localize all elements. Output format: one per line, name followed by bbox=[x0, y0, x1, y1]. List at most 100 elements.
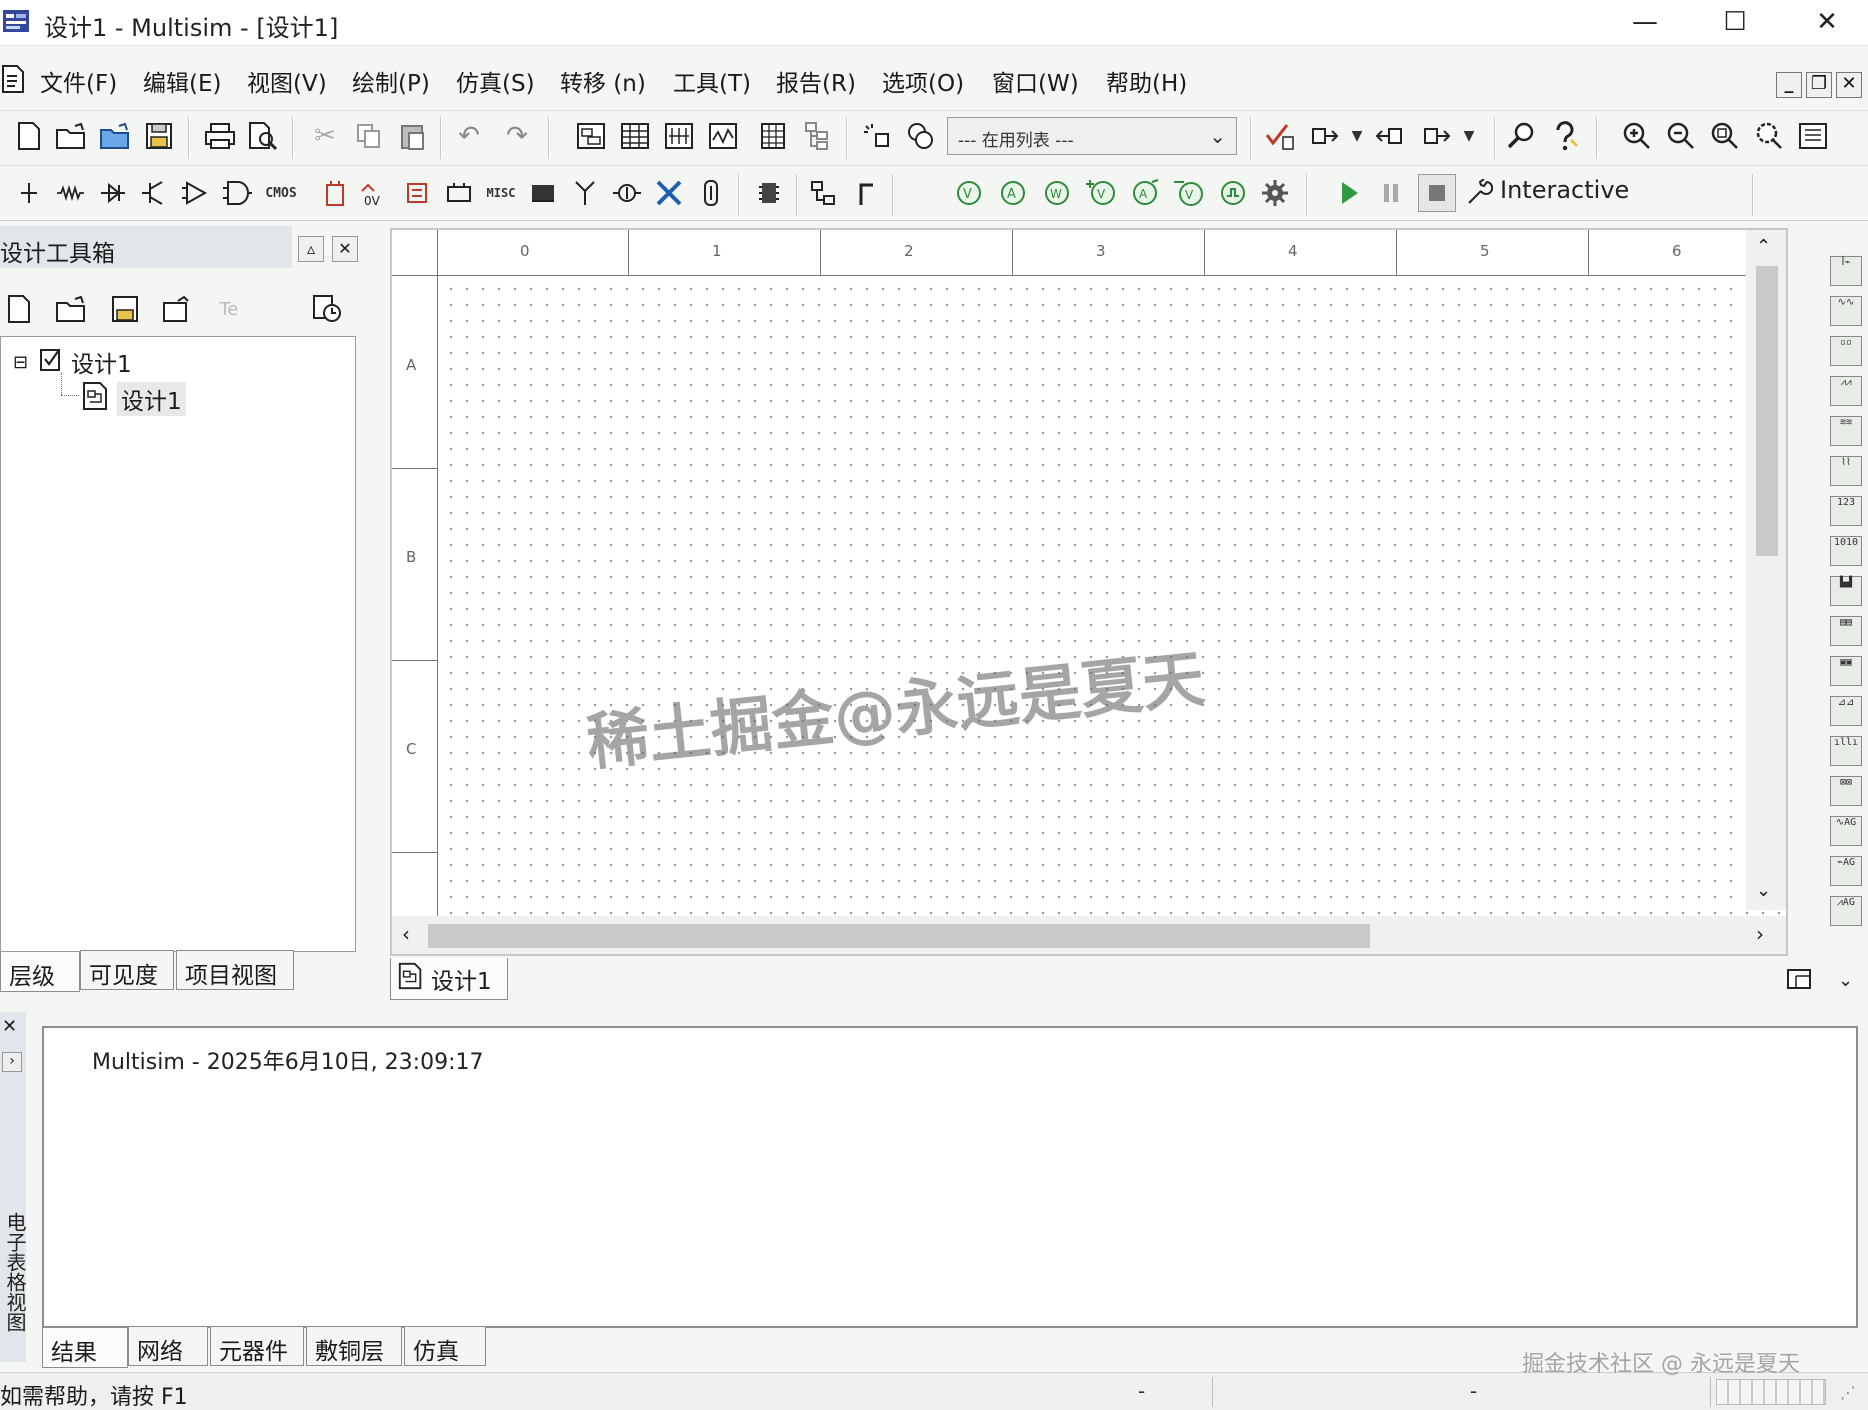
horizontal-scroll-thumb[interactable] bbox=[428, 924, 1370, 948]
open-sample-icon[interactable] bbox=[98, 119, 132, 153]
open-file-icon[interactable] bbox=[54, 119, 88, 153]
document-tab[interactable]: 设计1 bbox=[390, 958, 508, 1000]
postprocessor-icon[interactable] bbox=[706, 119, 740, 153]
tree-root-item[interactable]: ⊟ 设计1 bbox=[13, 345, 132, 379]
vertical-scrollbar[interactable]: ⌃ ⌄ bbox=[1746, 230, 1786, 910]
minimize-button[interactable]: — bbox=[1600, 0, 1690, 44]
menu-help[interactable]: 帮助(H) bbox=[1106, 64, 1187, 98]
stop-simulation-icon[interactable] bbox=[1418, 174, 1456, 212]
zoom-area-icon[interactable] bbox=[1708, 119, 1742, 153]
place-cmos-icon[interactable]: CMOS bbox=[264, 176, 298, 210]
paste-icon[interactable] bbox=[396, 119, 430, 153]
chevron-down-icon[interactable]: ⌄ bbox=[1838, 970, 1853, 991]
agilent-generator-icon[interactable]: ∿AG bbox=[1830, 816, 1862, 846]
tab-nets[interactable]: 网络 bbox=[128, 1326, 208, 1366]
place-analog-icon[interactable] bbox=[178, 176, 212, 210]
menu-transfer[interactable]: 转移 (n) bbox=[560, 64, 646, 98]
dropdown-arrow-icon[interactable]: ▼ bbox=[1340, 119, 1374, 153]
database-manager-icon[interactable] bbox=[756, 119, 790, 153]
function-generator-icon[interactable]: ∿∿ bbox=[1830, 296, 1862, 326]
history-icon[interactable] bbox=[310, 292, 344, 326]
panel-close-icon[interactable]: ✕ bbox=[2, 1016, 17, 1037]
grapher-icon[interactable] bbox=[662, 119, 696, 153]
menu-view[interactable]: 视图(V) bbox=[247, 64, 327, 98]
place-ni-components-icon[interactable] bbox=[652, 176, 686, 210]
voltage-current-probe-icon[interactable]: V bbox=[1172, 176, 1206, 210]
oscilloscope-icon[interactable]: ⩘⩘ bbox=[1830, 376, 1862, 406]
scroll-right-icon[interactable]: › bbox=[1756, 922, 1764, 946]
run-simulation-icon[interactable] bbox=[1332, 176, 1366, 210]
schematic-canvas[interactable]: 0 1 2 3 4 5 6 A B C ⌃ ⌄ ‹ › bbox=[390, 228, 1788, 956]
spreadsheet-view-icon[interactable] bbox=[618, 119, 652, 153]
resize-grip-icon[interactable]: ⋰ bbox=[1840, 1383, 1856, 1402]
cut-icon[interactable]: ✂ bbox=[308, 119, 342, 153]
place-misc-icon[interactable]: MISC bbox=[484, 176, 518, 210]
scroll-left-icon[interactable]: ‹ bbox=[402, 922, 410, 946]
tab-hierarchy[interactable]: 层级 bbox=[0, 952, 80, 992]
interactive-settings-icon[interactable] bbox=[1462, 176, 1496, 210]
power-probe-icon[interactable]: W bbox=[1040, 176, 1074, 210]
tab-simulation[interactable]: 仿真 bbox=[404, 1326, 486, 1366]
place-mcu-icon[interactable] bbox=[318, 176, 352, 210]
menu-options[interactable]: 选项(O) bbox=[882, 64, 964, 98]
place-transistor-icon[interactable] bbox=[136, 176, 170, 210]
voltage-reference-probe-icon[interactable]: A bbox=[1128, 176, 1162, 210]
menu-file[interactable]: 文件(F) bbox=[40, 64, 117, 98]
full-screen-icon[interactable] bbox=[1796, 119, 1830, 153]
scroll-up-icon[interactable]: ⌃ bbox=[1756, 236, 1771, 257]
multimeter-icon[interactable]: ꟾ⌁ bbox=[1830, 256, 1862, 286]
zoom-out-icon[interactable] bbox=[1664, 119, 1698, 153]
forward-annotate-icon[interactable] bbox=[1420, 119, 1454, 153]
tab-components[interactable]: 元器件 bbox=[210, 1326, 304, 1366]
current-probe-icon[interactable]: A bbox=[996, 176, 1030, 210]
four-channel-oscilloscope-icon[interactable]: ≋≋ bbox=[1830, 416, 1862, 446]
transfer-to-ultiboard-icon[interactable] bbox=[1308, 119, 1342, 153]
find-examples-icon[interactable] bbox=[1504, 119, 1538, 153]
differential-voltage-probe-icon[interactable]: V bbox=[1084, 176, 1118, 210]
place-power-icon[interactable] bbox=[442, 176, 476, 210]
place-mcu-module-icon[interactable] bbox=[752, 176, 786, 210]
save-icon[interactable] bbox=[142, 119, 176, 153]
redo-icon[interactable]: ↷ bbox=[500, 119, 534, 153]
mdi-close-button[interactable]: ✕ bbox=[1836, 72, 1862, 98]
toggle-design-toolbox-icon[interactable] bbox=[574, 119, 608, 153]
panel-float-icon[interactable]: ▵ bbox=[298, 236, 324, 262]
zoom-in-icon[interactable] bbox=[1620, 119, 1654, 153]
collapse-icon[interactable]: ⊟ bbox=[13, 352, 35, 373]
digital-probe-icon[interactable] bbox=[1216, 176, 1250, 210]
undo-icon[interactable]: ↶ bbox=[452, 119, 486, 153]
scroll-down-icon[interactable]: ⌄ bbox=[1756, 880, 1771, 901]
multisim-app-icon[interactable] bbox=[2, 8, 30, 34]
in-use-list-icon[interactable] bbox=[904, 119, 938, 153]
voltage-probe-icon[interactable]: V bbox=[952, 176, 986, 210]
back-annotate-icon[interactable] bbox=[1372, 119, 1406, 153]
component-wizard-icon[interactable] bbox=[860, 119, 894, 153]
menu-window[interactable]: 窗口(W) bbox=[992, 64, 1079, 98]
place-diode-icon[interactable] bbox=[96, 176, 130, 210]
zoom-fit-icon[interactable] bbox=[1752, 119, 1786, 153]
in-use-list-dropdown[interactable]: --- 在用列表 --- ⌄ bbox=[947, 117, 1237, 155]
tab-visibility[interactable]: 可见度 bbox=[80, 950, 174, 990]
results-output-box[interactable]: Multisim - 2025年6月10日, 23:09:17 bbox=[42, 1026, 1858, 1328]
place-connector-icon[interactable] bbox=[694, 176, 728, 210]
print-icon[interactable] bbox=[203, 119, 237, 153]
save-design-icon[interactable] bbox=[108, 292, 142, 326]
print-preview-icon[interactable] bbox=[246, 119, 280, 153]
vertical-scroll-thumb[interactable] bbox=[1756, 266, 1778, 556]
copy-icon[interactable] bbox=[352, 119, 386, 153]
hierarchy-icon[interactable] bbox=[800, 119, 834, 153]
new-design-icon[interactable] bbox=[2, 292, 36, 326]
tab-results[interactable]: 结果 bbox=[42, 1328, 128, 1368]
place-indicator-icon[interactable] bbox=[400, 176, 434, 210]
menu-edit[interactable]: 编辑(E) bbox=[143, 64, 221, 98]
network-analyzer-icon[interactable]: ⊠⊠ bbox=[1830, 776, 1862, 806]
place-source-icon[interactable] bbox=[12, 176, 46, 210]
bode-plotter-icon[interactable]: ⌇⌇ bbox=[1830, 456, 1862, 486]
mdi-restore-button[interactable]: ❐ bbox=[1806, 72, 1832, 98]
place-mixed-icon[interactable]: 0V bbox=[356, 176, 390, 210]
expand-arrow-icon[interactable]: › bbox=[2, 1052, 22, 1072]
menu-reports[interactable]: 报告(R) bbox=[776, 64, 856, 98]
word-generator-icon[interactable]: 1010 bbox=[1830, 536, 1862, 566]
iv-analyzer-icon[interactable]: ▣▣ bbox=[1830, 656, 1862, 686]
place-ttl-icon[interactable] bbox=[220, 176, 254, 210]
